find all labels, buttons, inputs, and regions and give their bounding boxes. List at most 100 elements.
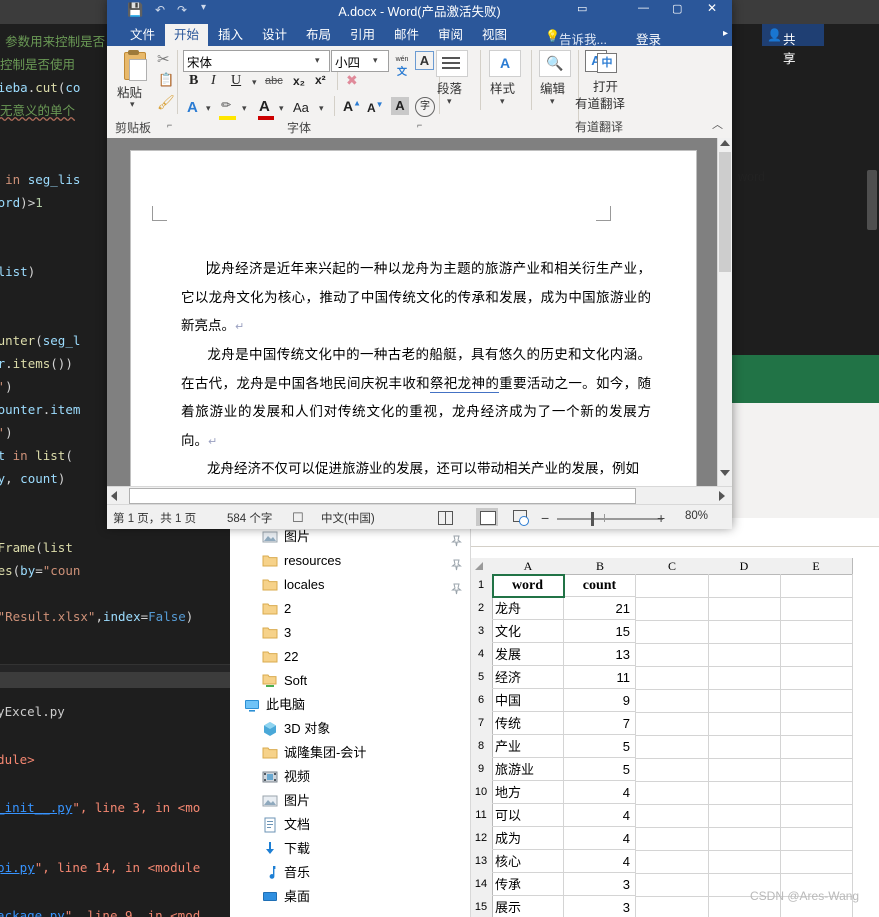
row-header-4[interactable]: 4	[470, 643, 493, 667]
cell-D4[interactable]	[708, 643, 781, 667]
zoom-level-label[interactable]: 80%	[685, 510, 708, 522]
cell-B6[interactable]: 9	[564, 689, 636, 712]
column-header-C[interactable]: C	[636, 558, 709, 575]
font-color-chevron-icon[interactable]: ▾	[279, 103, 284, 114]
cell-D10[interactable]	[708, 781, 781, 805]
word-tab-6[interactable]: 邮件	[385, 24, 428, 46]
save-icon[interactable]: 💾	[127, 2, 143, 18]
cell-E8[interactable]	[780, 735, 853, 759]
scroll-down-arrow-icon[interactable]	[720, 470, 730, 476]
explorer-item-12[interactable]: 文档	[230, 813, 470, 837]
cell-D6[interactable]	[708, 689, 781, 713]
cell-B10[interactable]: 4	[564, 781, 636, 804]
paste-icon[interactable]	[119, 50, 149, 81]
cell-B13[interactable]: 4	[564, 850, 636, 873]
word-tab-4[interactable]: 布局	[297, 24, 340, 46]
highlight-color-icon[interactable]: ✏	[221, 98, 231, 112]
cell-A2[interactable]: 龙舟	[492, 597, 564, 620]
cell-B11[interactable]: 4	[564, 804, 636, 827]
word-document-canvas[interactable]: 龙舟经济是近年来兴起的一种以龙舟为主题的旅游产业和相关衍生产业，它以龙舟文化为核…	[107, 138, 718, 486]
clear-format-eraser-icon[interactable]: ✖	[346, 72, 358, 89]
cell-E6[interactable]	[780, 689, 853, 713]
word-tab-5[interactable]: 引用	[341, 24, 384, 46]
undo-icon[interactable]: ↶	[155, 3, 165, 17]
minimize-icon[interactable]: —	[638, 2, 649, 14]
cell-B1[interactable]: count	[564, 574, 636, 597]
youdao-translate-icon[interactable]: A 中	[585, 50, 617, 73]
pin-icon[interactable]	[451, 579, 462, 595]
paragraph-icon[interactable]	[436, 50, 468, 77]
italic-button[interactable]: I	[211, 73, 216, 89]
cell-C5[interactable]	[636, 666, 709, 690]
pin-icon[interactable]	[451, 531, 462, 547]
cell-C3[interactable]	[636, 620, 709, 644]
cell-C9[interactable]	[636, 758, 709, 782]
row-header-8[interactable]: 8	[470, 735, 493, 759]
cell-B8[interactable]: 5	[564, 735, 636, 758]
cell-D5[interactable]	[708, 666, 781, 690]
scroll-up-arrow-icon[interactable]	[720, 140, 730, 146]
clipboard-dialog-launcher-icon[interactable]: ⌐	[167, 120, 172, 130]
cell-D11[interactable]	[708, 804, 781, 828]
cell-A10[interactable]: 地方	[492, 781, 564, 804]
editor-scrollbar-thumb[interactable]	[867, 170, 877, 230]
excel-grid[interactable]: ABCDE 12345678910111213141516171819 word…	[470, 558, 879, 917]
explorer-item-2[interactable]: locales	[230, 573, 470, 597]
cell-B3[interactable]: 15	[564, 620, 636, 643]
cell-D3[interactable]	[708, 620, 781, 644]
cell-C8[interactable]	[636, 735, 709, 759]
font-color-icon[interactable]: A	[259, 98, 270, 115]
row-header-5[interactable]: 5	[470, 666, 493, 690]
explorer-item-1[interactable]: resources	[230, 549, 470, 573]
cell-A15[interactable]: 展示	[492, 896, 564, 917]
scroll-right-arrow-icon[interactable]	[719, 491, 725, 501]
cell-B12[interactable]: 4	[564, 827, 636, 850]
bold-button[interactable]: B	[189, 73, 198, 89]
cell-B5[interactable]: 11	[564, 666, 636, 689]
explorer-item-13[interactable]: 下载	[230, 837, 470, 861]
row-header-1[interactable]: 1	[470, 574, 493, 598]
print-layout-icon[interactable]	[476, 508, 498, 526]
redo-icon[interactable]: ↷	[177, 3, 187, 17]
cell-E12[interactable]	[780, 827, 853, 851]
row-header-3[interactable]: 3	[470, 620, 493, 644]
cell-B4[interactable]: 13	[564, 643, 636, 666]
character-shading-icon[interactable]: A	[391, 97, 409, 115]
cell-A6[interactable]: 中国	[492, 689, 564, 712]
cell-A3[interactable]: 文化	[492, 620, 564, 643]
explorer-item-11[interactable]: 图片	[230, 789, 470, 813]
cell-A11[interactable]: 可以	[492, 804, 564, 827]
collapse-ribbon-icon[interactable]: ︿	[712, 116, 723, 132]
row-header-6[interactable]: 6	[470, 689, 493, 713]
explorer-item-5[interactable]: 22	[230, 645, 470, 669]
row-header-2[interactable]: 2	[470, 597, 493, 621]
explorer-item-7[interactable]: 此电脑	[230, 693, 470, 717]
row-header-9[interactable]: 9	[470, 758, 493, 782]
zoom-slider-thumb[interactable]	[591, 512, 594, 526]
cell-E1[interactable]	[780, 574, 853, 598]
column-header-E[interactable]: E	[780, 558, 853, 575]
word-horizontal-scroll-thumb[interactable]	[129, 488, 636, 504]
cell-B14[interactable]: 3	[564, 873, 636, 896]
cell-A14[interactable]: 传承	[492, 873, 564, 896]
cell-E3[interactable]	[780, 620, 853, 644]
font-name-chevron-down-icon[interactable]: ▾	[315, 55, 320, 66]
close-icon[interactable]: ✕	[707, 1, 717, 15]
word-window[interactable]: A.docx - Word(产品激活失败) 💾 ↶ ↷ ▾ ▭ — ▢ ✕ 文件…	[107, 0, 824, 529]
word-tab-2[interactable]: 插入	[209, 24, 252, 46]
cell-C13[interactable]	[636, 850, 709, 874]
word-page[interactable]: 龙舟经济是近年来兴起的一种以龙舟为主题的旅游产业和相关衍生产业，它以龙舟文化为核…	[130, 150, 697, 486]
explorer-item-8[interactable]: 3D 对象	[230, 717, 470, 741]
search-icon[interactable]: 🔍	[539, 50, 571, 77]
read-mode-icon[interactable]	[438, 510, 453, 525]
word-tab-8[interactable]: 视图	[473, 24, 516, 46]
cell-C7[interactable]	[636, 712, 709, 736]
cell-D9[interactable]	[708, 758, 781, 782]
explorer-item-9[interactable]: 诚隆集团-会计	[230, 741, 470, 765]
explorer-item-6[interactable]: Soft	[230, 669, 470, 693]
cell-D1[interactable]	[708, 574, 781, 598]
word-tab-1[interactable]: 开始	[165, 24, 209, 46]
cell-A4[interactable]: 发展	[492, 643, 564, 666]
select-all-corner[interactable]	[470, 558, 493, 575]
file-explorer-pane[interactable]: 图片 resources locales 2 3 22 Soft 此电脑 3D 对象 诚隆集团-会…	[230, 525, 471, 917]
